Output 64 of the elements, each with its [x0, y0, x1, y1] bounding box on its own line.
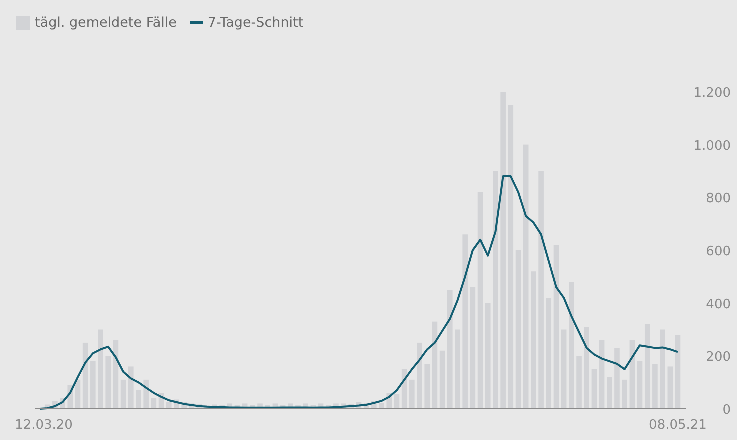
bar [652, 364, 658, 409]
axis-label: 400 [706, 297, 731, 312]
bar [52, 401, 58, 409]
bar [120, 380, 126, 409]
bar [44, 404, 50, 409]
bar [250, 405, 256, 409]
bar [303, 404, 308, 409]
axis-label: 12.03.20 [15, 418, 73, 433]
bar [151, 398, 157, 409]
bar [258, 404, 263, 409]
bar [599, 340, 605, 409]
bar [630, 340, 636, 409]
bar [341, 404, 346, 409]
bar [68, 385, 74, 409]
bar [242, 404, 248, 409]
axis-label: 08.05.21 [649, 418, 707, 433]
bar [158, 393, 164, 409]
bar [607, 377, 612, 409]
bar [174, 400, 180, 409]
bar [334, 404, 339, 409]
bar [440, 350, 446, 409]
bar [379, 403, 384, 409]
axis-label: 600 [706, 244, 731, 260]
bar [310, 405, 316, 409]
bar [272, 404, 278, 409]
bar [136, 390, 142, 409]
bar [318, 404, 324, 409]
bar [288, 404, 294, 409]
bar [265, 405, 270, 409]
axis-label: 200 [706, 350, 731, 366]
bar [410, 380, 415, 409]
bar [622, 380, 628, 409]
bar [227, 404, 233, 409]
bar [576, 356, 582, 409]
bar [182, 402, 187, 409]
bar [144, 380, 149, 409]
bar [113, 340, 119, 409]
axis-label: 1.200 [694, 86, 731, 101]
bar [212, 404, 218, 409]
bar [356, 402, 362, 409]
bar [189, 404, 195, 409]
bar [402, 369, 408, 409]
bar [417, 342, 422, 409]
bar [82, 342, 88, 409]
bar [372, 401, 377, 409]
bar [637, 361, 643, 409]
bar [592, 369, 598, 409]
bar [128, 366, 134, 409]
axis-label: 0 [722, 403, 731, 418]
bar [394, 394, 400, 409]
bar [668, 366, 674, 409]
bar [60, 398, 66, 409]
bar [614, 348, 620, 409]
bar [166, 402, 172, 409]
axis-label: 1.000 [694, 138, 731, 154]
bar [386, 393, 392, 409]
axis-label: 800 [706, 192, 731, 207]
bar [90, 361, 96, 409]
bar [364, 403, 370, 409]
bar [106, 356, 111, 409]
legend-label: tägl. gemeldete Fälle [35, 14, 177, 30]
bar [75, 380, 81, 409]
bar [424, 364, 430, 409]
legend-label: 7-Tage-Schnitt [208, 14, 304, 30]
